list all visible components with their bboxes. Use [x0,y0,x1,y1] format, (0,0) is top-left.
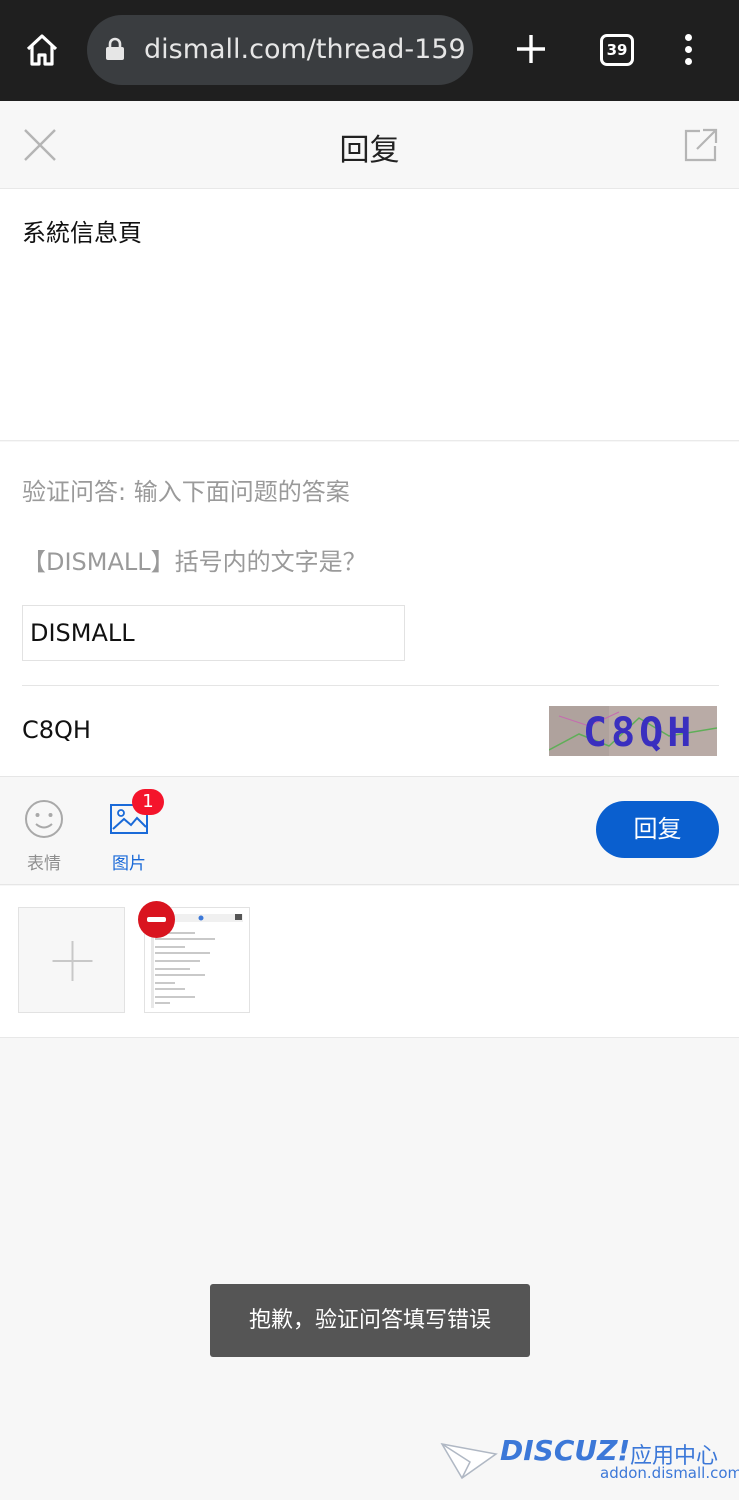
image-label: 图片 [112,854,146,874]
captcha-input[interactable]: C8QH [22,716,91,744]
reply-textarea[interactable]: 系統信息頁 [0,189,739,441]
smiley-icon [25,800,63,838]
watermark-url: addon.dismall.com [600,1464,739,1482]
browser-toolbar: dismall.com/thread-1594 39 [0,0,739,101]
image-count-badge: 1 [132,789,164,815]
watermark-brand: DISCUZ! [500,1434,631,1467]
add-image-button[interactable] [18,907,125,1013]
discuz-watermark-logo: DISCUZ! 应用中心 addon.dismall.com [440,1434,739,1489]
plus-icon [52,941,93,981]
verification-section: 验证问答: 输入下面问题的答案 【DISMALL】括号内的文字是？ C8QH C… [0,442,739,776]
page-title: 回复 [339,133,400,168]
emoji-label: 表情 [27,854,61,874]
verify-label: 验证问答: 输入下面问题的答案 [22,478,350,506]
verify-question: 【DISMALL】括号内的文字是？ [22,548,367,576]
reply-button[interactable]: 回复 [596,801,719,858]
captcha-glyphs: C8QH [583,710,695,756]
reply-toolbar: 表情 图片 1 回复 [0,776,739,885]
attachment-area [0,886,739,1038]
tab-switcher-button[interactable]: 39 [600,34,634,66]
answer-input[interactable] [22,605,405,661]
emoji-button[interactable]: 表情 [22,799,66,874]
more-menu-icon[interactable] [678,34,698,68]
home-icon[interactable] [22,30,62,70]
message-text: 系統信息頁 [22,219,142,247]
divider [22,685,719,686]
lock-icon [106,37,124,60]
url-text: dismall.com/thread-1594 [144,34,464,65]
address-bar[interactable]: dismall.com/thread-1594 [87,15,473,85]
new-tab-icon[interactable] [512,30,550,68]
remove-image-button[interactable] [138,901,175,938]
error-toast: 抱歉，验证问答填写错误 [210,1284,530,1357]
captcha-image[interactable]: C8QH [549,706,717,756]
share-icon[interactable] [683,127,719,163]
page-header: 回复 [0,101,739,189]
paper-plane-icon [440,1442,498,1480]
